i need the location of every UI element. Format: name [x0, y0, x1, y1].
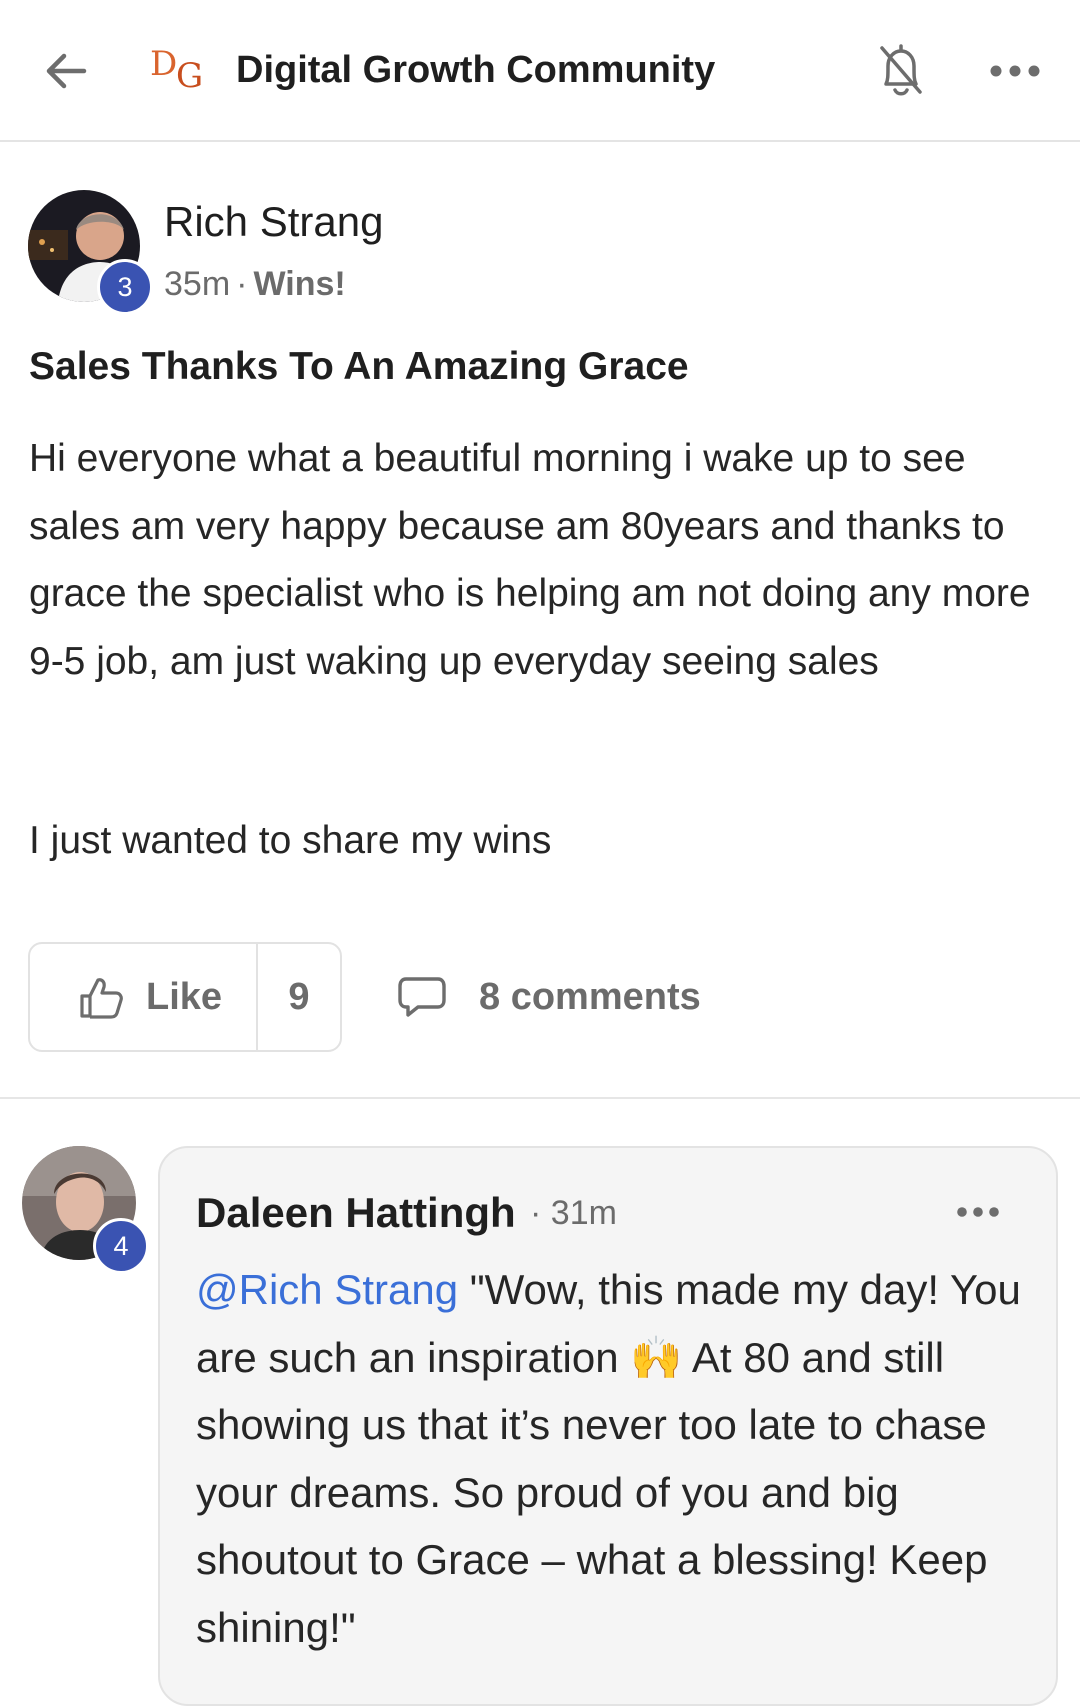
commenter-level-badge: 4: [93, 1218, 149, 1274]
more-horizontal-icon: [990, 65, 1040, 77]
user-mention-link[interactable]: @Rich Strang: [196, 1266, 458, 1313]
comment-text: @Rich Strang "Wow, this made my day! You…: [196, 1256, 1026, 1661]
post-author-name[interactable]: Rich Strang: [164, 196, 383, 248]
top-bar: D G Digital Growth Community: [0, 0, 1080, 142]
post-time: 35m: [164, 265, 231, 303]
like-control: Like 9: [28, 942, 342, 1052]
post-body-paragraph: Hi everyone what a beautiful morning i w…: [29, 437, 1031, 683]
more-horizontal-icon: [957, 1207, 999, 1217]
post-meta: 35m · Wins!: [164, 262, 346, 306]
post-body-paragraph: I just wanted to share my wins: [29, 819, 552, 862]
like-button[interactable]: Like: [30, 944, 256, 1050]
community-logo: D G: [150, 44, 204, 96]
notifications-button[interactable]: [876, 40, 926, 100]
thumbs-up-icon: [80, 978, 123, 1019]
back-button[interactable]: [40, 44, 94, 98]
like-count[interactable]: 9: [258, 974, 340, 1020]
comment-time: · 31m: [530, 1194, 617, 1232]
more-options-button[interactable]: [988, 58, 1042, 84]
comment-text-part: At 80 and still showing us that it’s nev…: [196, 1333, 988, 1651]
comment-more-button[interactable]: [956, 1200, 1000, 1224]
section-divider: [0, 1097, 1080, 1099]
arrow-left-icon: [46, 53, 87, 89]
comment-bubble-icon: [398, 977, 446, 1017]
bell-off-icon: [880, 44, 922, 96]
author-level-badge: 3: [97, 259, 153, 315]
comment-author-name[interactable]: Daleen Hattingh: [196, 1186, 516, 1240]
post-title: Sales Thanks To An Amazing Grace: [29, 345, 689, 388]
like-label: Like: [146, 976, 223, 1018]
raised-hands-emoji: 🙌: [630, 1332, 683, 1382]
community-title[interactable]: Digital Growth Community: [236, 44, 715, 96]
post-category[interactable]: Wins!: [253, 265, 345, 303]
meta-separator: ·: [236, 265, 248, 303]
comments-count-label: 8 comments: [479, 976, 701, 1018]
